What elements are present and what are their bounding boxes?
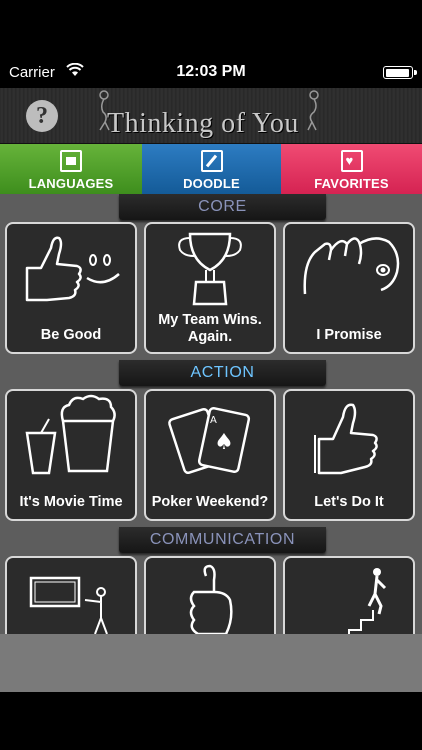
- tile-label: Poker Weekend?: [151, 494, 269, 510]
- tile-grid: CORE Be Good My Team Wins. Again. I Prom…: [0, 194, 422, 634]
- presenter-board-icon: [29, 576, 108, 634]
- thumbs-up-smiley-icon: [25, 236, 120, 302]
- section-header-core: CORE: [119, 194, 326, 220]
- tile-poker-weekend[interactable]: ♠ A Poker Weekend?: [144, 389, 276, 521]
- tile-communication-3[interactable]: [283, 556, 415, 634]
- tile-communication-1[interactable]: [5, 556, 137, 634]
- section-header-action: ACTION: [119, 360, 326, 386]
- tile-be-good[interactable]: Be Good: [5, 222, 137, 354]
- tab-bar: LANGUAGES DOODLE ♥ FAVORITES: [0, 144, 422, 194]
- tile-movie-time[interactable]: It's Movie Time: [5, 389, 137, 521]
- tile-label: I Promise: [316, 327, 382, 343]
- tile-communication-2[interactable]: [144, 556, 276, 634]
- bottom-inset: [0, 692, 422, 750]
- bottom-toolbar: [0, 634, 422, 692]
- thumbs-up-icon: [314, 403, 378, 475]
- playing-cards-icon: ♠ A: [168, 406, 251, 475]
- tab-doodle[interactable]: DOODLE: [142, 144, 281, 194]
- status-bar: Carrier 12:03 PM: [0, 0, 422, 88]
- help-button[interactable]: ?: [26, 100, 58, 132]
- tile-my-team-wins[interactable]: My Team Wins. Again.: [144, 222, 276, 354]
- tab-doodle-label: DOODLE: [183, 176, 240, 191]
- tab-favorites[interactable]: ♥ FAVORITES: [281, 144, 422, 194]
- svg-text:♠: ♠: [214, 430, 234, 455]
- section-header-communication: COMMUNICATION: [119, 527, 326, 553]
- tab-favorites-label: FAVORITES: [314, 176, 389, 191]
- svg-text:A: A: [210, 415, 217, 426]
- tile-i-promise[interactable]: I Promise: [283, 222, 415, 354]
- battery-icon: [383, 66, 417, 79]
- figure-right-icon: [307, 90, 319, 131]
- languages-icon: [60, 150, 82, 172]
- pencil-icon: [200, 150, 223, 172]
- tab-languages-label: LANGUAGES: [28, 176, 114, 191]
- app-header: ? Thinking of You: [0, 88, 422, 144]
- app-title: Thinking of You: [107, 108, 299, 139]
- clock: 12:03 PM: [176, 63, 246, 80]
- climbing-stairs-icon: [348, 568, 387, 634]
- tile-label: Let's Do It: [314, 494, 384, 510]
- tile-label: It's Movie Time: [19, 494, 123, 510]
- tile-label: Be Good: [40, 327, 102, 343]
- tile-lets-do-it[interactable]: Let's Do It: [283, 389, 415, 521]
- heart-icon: ♥: [340, 150, 363, 172]
- pinky-promise-icon: [303, 237, 400, 295]
- fist-thumb-icon: [189, 564, 233, 634]
- tab-languages[interactable]: LANGUAGES: [0, 144, 142, 194]
- popcorn-drink-icon: [25, 394, 116, 475]
- tile-label: My Team Wins. Again.: [158, 312, 262, 345]
- trophy-icon: [178, 232, 242, 306]
